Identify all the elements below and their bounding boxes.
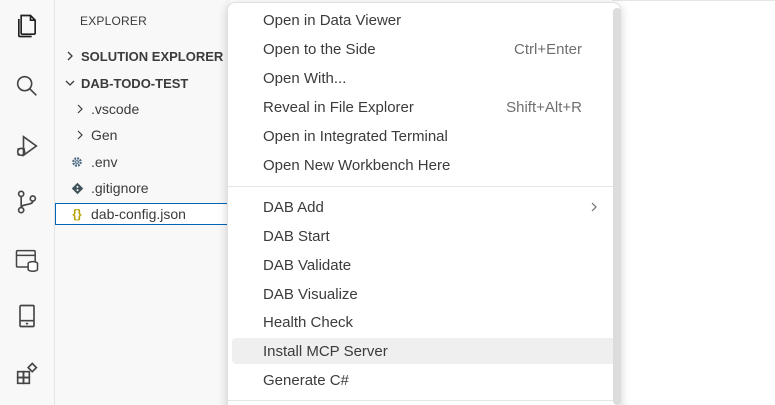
menu-item-label: Generate C#	[263, 371, 349, 389]
sidebar-title: EXPLORER	[80, 14, 147, 28]
tree-item-gen[interactable]: Gen	[55, 124, 230, 146]
tree-item-label: dab-config.json	[91, 206, 186, 222]
tree-item-label: .gitignore	[91, 180, 149, 196]
tree-item-gitignore[interactable]: .gitignore	[55, 177, 230, 199]
menu-item-label: Install MCP Server	[263, 342, 388, 360]
chevron-down-icon	[63, 76, 77, 90]
device-icon[interactable]	[11, 300, 43, 332]
menu-item-label: Reveal in File Explorer	[263, 98, 414, 116]
menu-item-dab-start[interactable]: DAB Start	[232, 223, 616, 249]
menu-item-dab-visualize[interactable]: DAB Visualize	[232, 281, 616, 307]
context-menu: Open in Data Viewer Open to the Side Ctr…	[227, 2, 621, 405]
menu-item-label: Open With...	[263, 69, 347, 87]
menu-item-generate-csharp[interactable]: Generate C#	[232, 367, 616, 393]
tree-item-env[interactable]: .env	[55, 151, 230, 173]
json-braces-icon: {}	[72, 207, 82, 221]
database-icon[interactable]	[11, 244, 43, 276]
menu-item-label: DAB Visualize	[263, 285, 358, 303]
menu-item-label: Open in Integrated Terminal	[263, 127, 448, 145]
search-icon[interactable]	[11, 70, 43, 102]
gear-icon	[69, 154, 85, 170]
menu-item-install-mcp-server[interactable]: Install MCP Server	[232, 338, 616, 364]
tree-item-label: .env	[91, 154, 118, 170]
vscode-window: EXPLORER SOLUTION EXPLORER DAB-TODO-TEST…	[0, 0, 775, 405]
section-dab-todo-test[interactable]: DAB-TODO-TEST	[55, 72, 230, 94]
menu-separator	[228, 186, 620, 187]
menu-scrollbar[interactable]	[613, 8, 621, 405]
source-control-icon[interactable]	[11, 186, 43, 218]
menu-item-label: Open in Data Viewer	[263, 11, 402, 29]
menu-item-open-in-integrated-terminal[interactable]: Open in Integrated Terminal	[232, 123, 616, 149]
tree-item-vscode[interactable]: .vscode	[55, 98, 230, 120]
menu-item-label: Open New Workbench Here	[263, 156, 451, 174]
section-label: DAB-TODO-TEST	[81, 75, 189, 91]
chevron-right-icon	[63, 49, 77, 63]
editor-divider	[612, 0, 775, 1]
activity-bar	[0, 0, 55, 405]
menu-shortcut: Shift+Alt+R	[506, 98, 582, 116]
run-debug-icon[interactable]	[11, 130, 43, 162]
menu-item-reveal-in-file-explorer[interactable]: Reveal in File Explorer Shift+Alt+R	[232, 94, 616, 120]
menu-item-open-with[interactable]: Open With...	[232, 65, 616, 91]
section-label: SOLUTION EXPLORER	[81, 48, 224, 64]
menu-item-dab-add[interactable]: DAB Add	[232, 194, 616, 220]
section-solution-explorer[interactable]: SOLUTION EXPLORER	[55, 45, 230, 67]
menu-item-dab-validate[interactable]: DAB Validate	[232, 252, 616, 278]
menu-item-label: DAB Validate	[263, 256, 352, 274]
menu-item-label: DAB Add	[263, 198, 324, 216]
menu-item-health-check[interactable]: Health Check	[232, 309, 616, 335]
tree-item-label: Gen	[91, 127, 118, 143]
menu-item-open-new-workbench-here[interactable]: Open New Workbench Here	[232, 152, 616, 178]
menu-item-open-in-data-viewer[interactable]: Open in Data Viewer	[232, 7, 616, 33]
tree-item-label: .vscode	[91, 101, 140, 117]
git-icon	[69, 180, 85, 196]
chevron-right-icon	[73, 128, 87, 142]
menu-item-open-to-the-side[interactable]: Open to the Side Ctrl+Enter	[232, 36, 616, 62]
extensions-icon[interactable]	[11, 358, 43, 390]
menu-item-label: DAB Start	[263, 227, 330, 245]
menu-item-label: Open to the Side	[263, 40, 376, 58]
explorer-sidebar: EXPLORER SOLUTION EXPLORER DAB-TODO-TEST…	[55, 0, 230, 405]
tree-item-dab-config-json[interactable]: {} dab-config.json	[55, 203, 230, 225]
menu-separator	[228, 400, 620, 401]
menu-item-label: Health Check	[263, 313, 354, 331]
chevron-right-icon	[73, 102, 87, 116]
explorer-icon[interactable]	[11, 10, 43, 42]
menu-shortcut: Ctrl+Enter	[514, 40, 582, 58]
chevron-right-icon	[588, 201, 600, 213]
